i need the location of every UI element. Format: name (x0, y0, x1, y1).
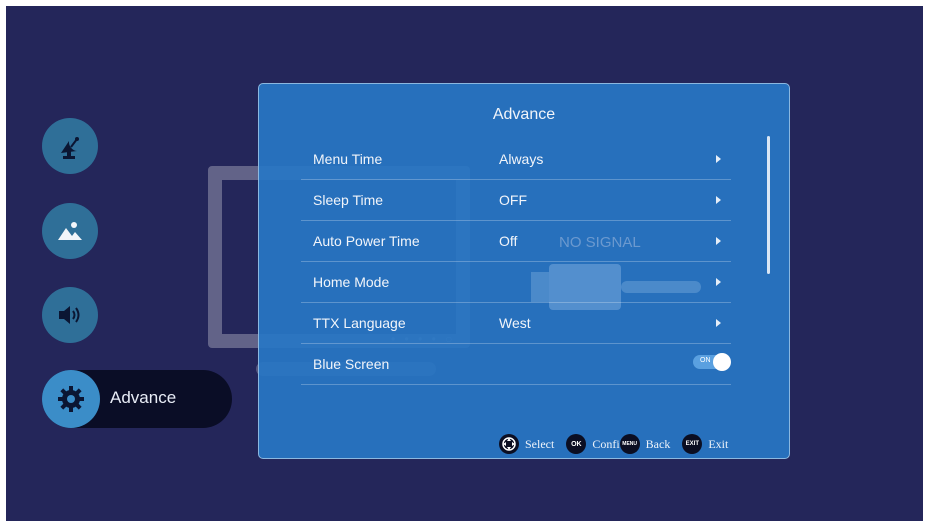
blue-screen-toggle[interactable]: ON (693, 353, 731, 371)
setting-label: Auto Power Time (313, 233, 420, 249)
setting-label: TTX Language (313, 315, 406, 331)
setting-row-ttx-language[interactable]: TTX Language West (301, 302, 731, 344)
setting-row-sleep-time[interactable]: Sleep Time OFF (301, 179, 731, 221)
chevron-right-icon[interactable] (716, 196, 721, 204)
confirm-hint-label: Confi (592, 436, 620, 451)
chevron-right-icon[interactable] (716, 155, 721, 163)
nav-item-satellite[interactable] (42, 118, 98, 174)
setting-row-menu-time[interactable]: Menu Time Always (301, 138, 731, 180)
setting-row-blue-screen[interactable]: Blue Screen ON (301, 343, 731, 385)
setting-label: Sleep Time (313, 192, 384, 208)
chevron-right-icon[interactable] (716, 278, 721, 286)
menu-button-icon: MENU (619, 434, 640, 454)
chevron-right-icon[interactable] (716, 237, 721, 245)
select-hint-label: Select (525, 436, 555, 451)
setting-row-home-mode[interactable]: Home Mode (301, 261, 731, 303)
setting-value: Always (499, 151, 544, 167)
satellite-dish-icon (61, 137, 79, 159)
tv-screen: • • • • ○ (6, 6, 923, 521)
advance-settings-panel: NO SIGNAL Advance Menu Time Always Sleep… (258, 83, 790, 459)
nav-item-picture[interactable] (42, 203, 98, 259)
setting-value: West (499, 315, 531, 331)
nav-item-advance-icon-wrap[interactable] (42, 370, 100, 428)
panel-title: Advance (492, 106, 556, 123)
footer-hints: Select OK Confi MENU Back EXIT Exit (499, 432, 740, 456)
chevron-right-icon[interactable] (716, 319, 721, 327)
exit-button-icon: EXIT (682, 434, 703, 454)
speaker-sound-icon (59, 306, 80, 324)
gear-icon (58, 386, 84, 412)
scrollbar[interactable] (767, 136, 770, 274)
setting-label: Home Mode (313, 274, 390, 290)
setting-value: Off (499, 233, 518, 249)
nav-item-sound[interactable] (42, 287, 98, 343)
picture-mountains-icon (58, 222, 82, 240)
nav-item-advance-label: Advance (110, 388, 177, 407)
back-hint-label: Back (645, 436, 671, 451)
dpad-icon (499, 434, 519, 454)
exit-hint-label: Exit (708, 436, 729, 451)
toggle-knob (713, 353, 731, 371)
toggle-state-text: ON (700, 357, 711, 364)
setting-label: Menu Time (313, 151, 383, 167)
ok-button-icon: OK (566, 434, 587, 454)
setting-label: Blue Screen (313, 356, 390, 372)
setting-value: OFF (499, 192, 527, 208)
setting-row-auto-power-time[interactable]: Auto Power Time Off (301, 220, 731, 262)
